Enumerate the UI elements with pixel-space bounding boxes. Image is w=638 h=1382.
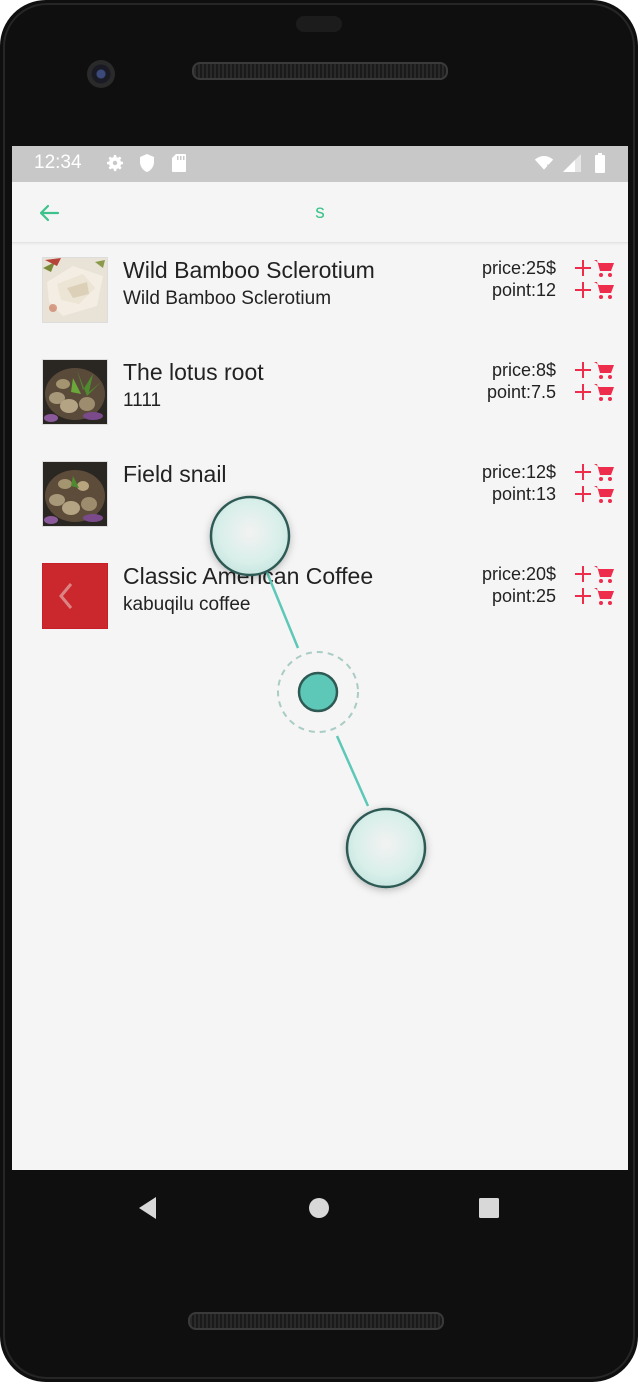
product-name: Wild Bamboo Sclerotium — [123, 257, 375, 283]
back-triangle-icon — [139, 1197, 156, 1219]
app-bar: s — [12, 182, 628, 243]
sd-card-icon — [169, 153, 189, 173]
nav-home-button[interactable] — [303, 1192, 335, 1224]
gear-icon — [105, 153, 125, 173]
product-description: kabuqilu coffee — [123, 594, 251, 615]
status-icons-right — [534, 153, 610, 173]
nav-recents-button[interactable] — [473, 1192, 505, 1224]
add-cart-icon — [575, 260, 614, 277]
product-name: Classic American Coffee — [123, 563, 374, 589]
product-name: The lotus root — [123, 359, 264, 385]
recents-square-icon — [479, 1198, 499, 1218]
add-to-cart-points-button[interactable] — [573, 483, 615, 505]
product-points: point:7.5 — [486, 382, 556, 402]
product-description: Wild Bamboo Sclerotium — [123, 288, 332, 309]
add-to-cart-price-button[interactable] — [573, 257, 615, 279]
list-item[interactable]: The lotus root 1111 price:8$ point:7.5 — [12, 345, 628, 447]
product-price: price:12$ — [481, 462, 556, 482]
home-circle-icon — [309, 1198, 329, 1218]
product-points: point:12 — [491, 280, 556, 300]
product-price: price:8$ — [491, 360, 556, 380]
add-cart-icon — [575, 464, 614, 481]
system-nav-bar — [0, 1170, 638, 1246]
add-to-cart-price-button[interactable] — [573, 359, 615, 381]
list-item[interactable]: Wild Bamboo Sclerotium Wild Bamboo Scler… — [12, 243, 628, 345]
wifi-icon — [534, 153, 554, 173]
add-cart-icon — [575, 486, 614, 503]
device-frame: 12:34 s Wild Bamboo Sclerotium Wild Bamb… — [0, 0, 638, 1382]
add-cart-icon — [575, 566, 614, 583]
status-bar: 12:34 — [12, 146, 628, 182]
add-to-cart-price-button[interactable] — [573, 563, 615, 585]
add-cart-icon — [575, 362, 614, 379]
product-points: point:25 — [491, 586, 556, 606]
top-speaker-grille — [192, 62, 448, 80]
product-thumbnail — [42, 359, 108, 425]
status-time: 12:34 — [34, 152, 82, 173]
status-icons-left — [105, 153, 189, 173]
screen: 12:34 s Wild Bamboo Sclerotium Wild Bamb… — [12, 146, 628, 1170]
battery-icon — [590, 153, 610, 173]
add-cart-icon — [575, 282, 614, 299]
list-item[interactable]: Field snail price:12$ point:13 — [12, 447, 628, 549]
product-name: Field snail — [123, 461, 227, 487]
add-to-cart-price-button[interactable] — [573, 461, 615, 483]
add-to-cart-points-button[interactable] — [573, 279, 615, 301]
product-thumbnail — [42, 257, 108, 323]
nav-back-button[interactable] — [132, 1192, 164, 1224]
shield-icon — [137, 153, 157, 173]
add-to-cart-points-button[interactable] — [573, 585, 615, 607]
product-price: price:25$ — [481, 258, 556, 278]
product-description: 1111 — [123, 390, 162, 411]
page-title: s — [315, 202, 325, 223]
product-points: point:13 — [491, 484, 556, 504]
product-thumbnail — [42, 563, 108, 629]
add-cart-icon — [575, 588, 614, 605]
bottom-speaker-grille — [188, 1312, 444, 1330]
product-price: price:20$ — [481, 564, 556, 584]
list-item[interactable]: Classic American Coffee kabuqilu coffee … — [12, 549, 628, 651]
signal-icon — [562, 153, 582, 173]
add-cart-icon — [575, 384, 614, 401]
product-thumbnail — [42, 461, 108, 527]
add-to-cart-points-button[interactable] — [573, 381, 615, 403]
front-camera — [87, 60, 115, 88]
earpiece — [296, 16, 342, 32]
